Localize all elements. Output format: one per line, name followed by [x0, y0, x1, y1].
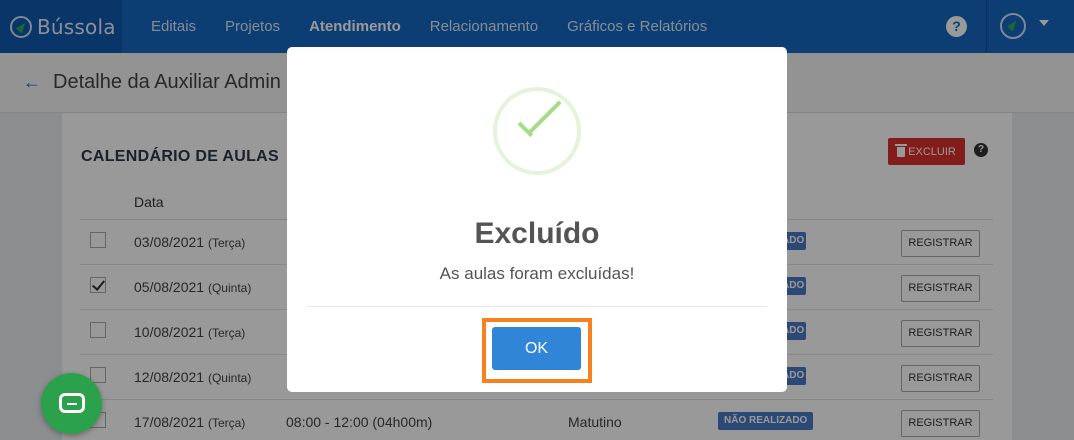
dialog-divider: [307, 306, 767, 307]
dialog-message: As aulas foram excluídas!: [439, 264, 635, 283]
success-dialog: Excluído As aulas foram excluídas! OK: [287, 47, 787, 392]
ok-button[interactable]: OK: [492, 327, 581, 370]
dialog-title: Excluído: [474, 217, 600, 250]
chat-launcher-button[interactable]: [41, 373, 102, 434]
success-check-icon: [493, 87, 581, 175]
checkmark-icon: [519, 107, 565, 133]
chat-icon: [59, 393, 85, 413]
